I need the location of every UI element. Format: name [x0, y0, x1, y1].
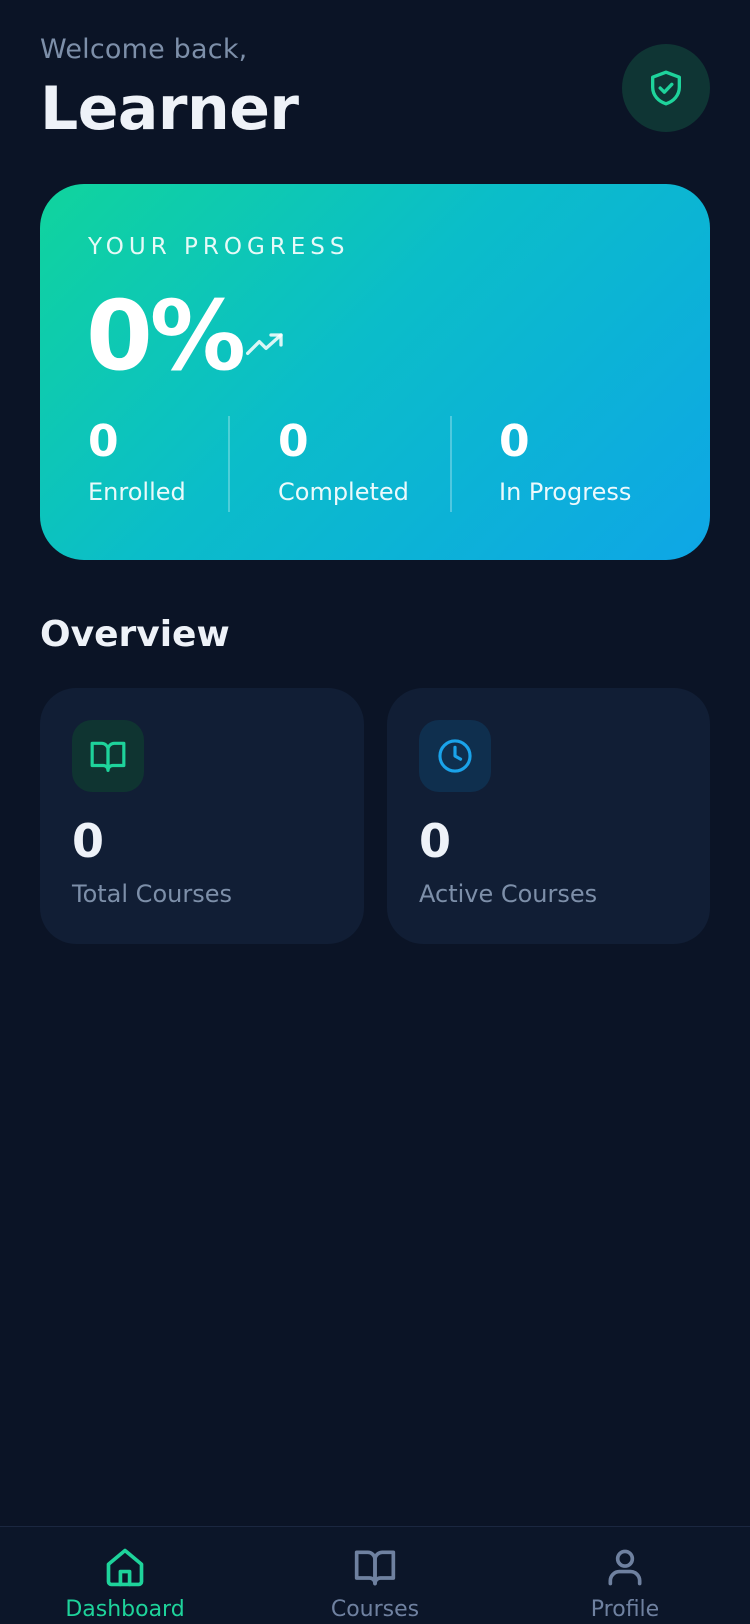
progress-title: YOUR PROGRESS — [88, 234, 350, 260]
stat-in-progress: 0 In Progress — [499, 416, 632, 507]
nav-label-dashboard: Dashboard — [65, 1597, 185, 1622]
stat-completed-value: 0 — [278, 416, 309, 467]
nav-label-profile: Profile — [590, 1597, 660, 1622]
stat-divider — [228, 416, 230, 512]
dashboard-screen: Welcome back, Learner YOUR PROGRESS 0% 0… — [0, 0, 750, 1624]
stat-enrolled-value: 0 — [88, 416, 119, 467]
nav-item-profile[interactable]: Profile — [525, 1545, 725, 1622]
home-icon — [106, 1548, 144, 1587]
user-name: Learner — [40, 74, 299, 144]
active-courses-label: Active Courses — [419, 880, 598, 908]
stat-divider — [450, 416, 452, 512]
total-courses-value: 0 — [72, 814, 105, 868]
active-courses-value: 0 — [419, 814, 452, 868]
book-open-icon — [90, 741, 126, 772]
security-badge-button[interactable] — [622, 44, 710, 132]
stat-enrolled: 0 Enrolled — [88, 416, 186, 507]
clock-icon — [438, 739, 472, 773]
bottom-nav: Dashboard Courses Profile — [0, 1526, 750, 1624]
total-courses-card[interactable]: 0 Total Courses — [40, 688, 364, 944]
overview-title: Overview — [40, 614, 230, 655]
total-courses-label: Total Courses — [72, 880, 232, 908]
user-icon — [608, 1549, 642, 1586]
stat-completed-label: Completed — [278, 478, 409, 506]
nav-item-courses[interactable]: Courses — [275, 1545, 475, 1622]
trending-up-icon — [246, 333, 283, 355]
stat-in-progress-label: In Progress — [499, 478, 632, 506]
stat-completed: 0 Completed — [278, 416, 409, 507]
book-open-icon — [354, 1550, 396, 1586]
nav-label-courses: Courses — [330, 1597, 420, 1622]
active-courses-icon-tile — [419, 720, 491, 792]
progress-percent: 0% — [86, 280, 246, 392]
nav-item-dashboard[interactable]: Dashboard — [25, 1545, 225, 1622]
stat-in-progress-value: 0 — [499, 416, 530, 467]
greeting-text: Welcome back, — [40, 34, 248, 65]
shield-check-icon — [651, 70, 681, 106]
active-courses-card[interactable]: 0 Active Courses — [387, 688, 710, 944]
total-courses-icon-tile — [72, 720, 144, 792]
progress-card: YOUR PROGRESS 0% 0 Enrolled 0 Completed … — [40, 184, 710, 560]
stat-enrolled-label: Enrolled — [88, 478, 186, 506]
